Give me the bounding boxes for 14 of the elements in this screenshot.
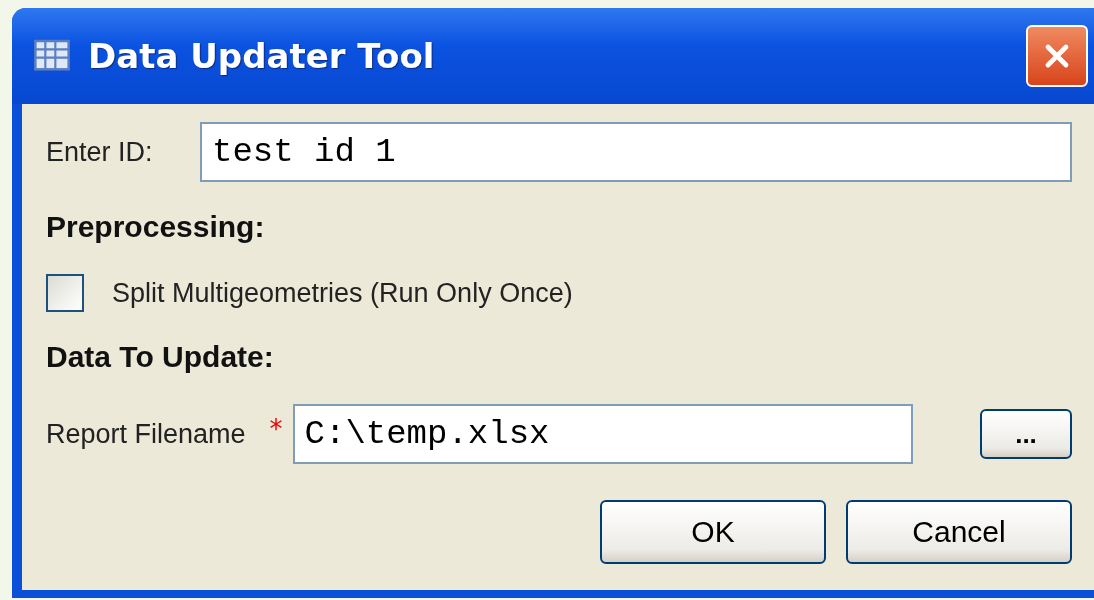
window-title: Data Updater Tool	[88, 36, 436, 76]
dialog-button[interactable]: OK	[600, 500, 826, 564]
filename-input-field[interactable]: C:\temp.xlsx	[292, 404, 913, 464]
field-label: Report Filename	[46, 418, 246, 450]
required-mark: *	[269, 414, 283, 444]
field-label: Enter ID:	[46, 136, 153, 168]
dialog-button[interactable]: Cancel	[846, 500, 1072, 564]
checkbox[interactable]	[46, 274, 84, 312]
checkbox-label[interactable]: Split Multigeometries (Run Only Once)	[112, 277, 573, 309]
close-button[interactable]	[1026, 25, 1088, 87]
section-heading: Data To Update:	[46, 340, 275, 374]
id-input-field[interactable]: test id 1	[200, 122, 1072, 182]
browse-button[interactable]: ...	[980, 409, 1072, 459]
section-heading: Preprocessing:	[46, 210, 266, 244]
